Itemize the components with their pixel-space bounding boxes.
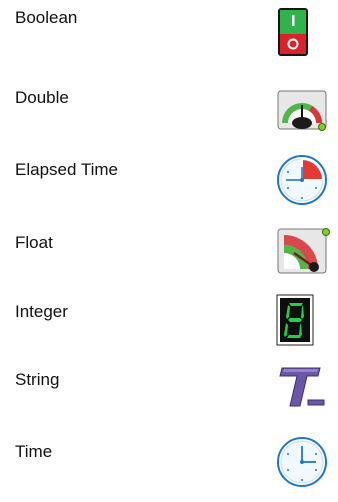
label-float: Float [15, 233, 53, 252]
toggle-switch-icon [276, 6, 338, 60]
digital-digit-icon [276, 294, 338, 348]
clock-icon [276, 436, 338, 490]
label-string: String [15, 370, 60, 389]
list-item-string[interactable]: String [0, 367, 338, 430]
list-item-boolean[interactable]: Boolean [0, 8, 338, 68]
label-time: Time [15, 442, 53, 461]
list-item-time[interactable]: Time [0, 437, 338, 502]
stopwatch-clock-icon [276, 154, 338, 208]
label-integer: Integer [15, 302, 68, 321]
list-item-integer[interactable]: Integer [0, 294, 338, 362]
list-item-elapsed-time[interactable]: Elapsed Time [0, 155, 338, 220]
gauge-meter-icon [276, 83, 338, 137]
list-item-float[interactable]: Float [0, 228, 338, 293]
label-elapsed-time: Elapsed Time [15, 160, 118, 179]
label-double: Double [15, 88, 69, 107]
text-t-icon [276, 364, 338, 418]
list-item-double[interactable]: Double [0, 88, 338, 148]
angled-gauge-icon [276, 223, 338, 277]
label-boolean: Boolean [15, 8, 78, 27]
